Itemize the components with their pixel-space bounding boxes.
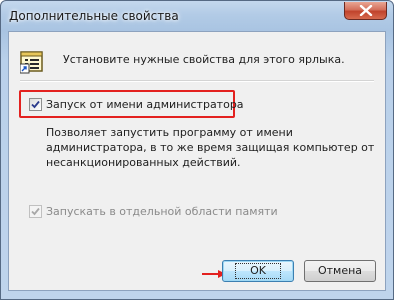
run-as-admin-label[interactable]: Запуск от имени администратора — [46, 98, 244, 111]
separate-memory-checkbox — [29, 205, 42, 218]
shortcut-properties-icon — [20, 51, 43, 74]
separator — [20, 80, 374, 82]
run-as-admin-option[interactable]: Запуск от имени администратора — [29, 98, 244, 111]
close-button[interactable] — [344, 2, 387, 20]
cancel-button[interactable]: Отмена — [304, 260, 376, 282]
ok-button-label: OK — [235, 263, 281, 279]
ok-button[interactable]: OK — [222, 260, 294, 282]
close-icon — [359, 5, 373, 16]
checkmark-icon — [31, 100, 40, 109]
dialog-client-area: Установите нужные свойства для этого ярл… — [8, 31, 386, 291]
window-title: Дополнительные свойства — [9, 9, 179, 23]
header-instruction: Установите нужные свойства для этого ярл… — [63, 53, 345, 66]
dialog-window: Дополнительные свойства Установите нужны… — [0, 0, 394, 300]
run-as-admin-description: Позволяет запустить программу от имени а… — [46, 126, 375, 169]
run-as-admin-checkbox[interactable] — [29, 98, 42, 111]
checkmark-icon — [31, 207, 40, 216]
separate-memory-option: Запускать в отдельной области памяти — [29, 205, 278, 218]
separate-memory-label: Запускать в отдельной области памяти — [46, 205, 278, 218]
title-bar: Дополнительные свойства — [1, 1, 393, 31]
